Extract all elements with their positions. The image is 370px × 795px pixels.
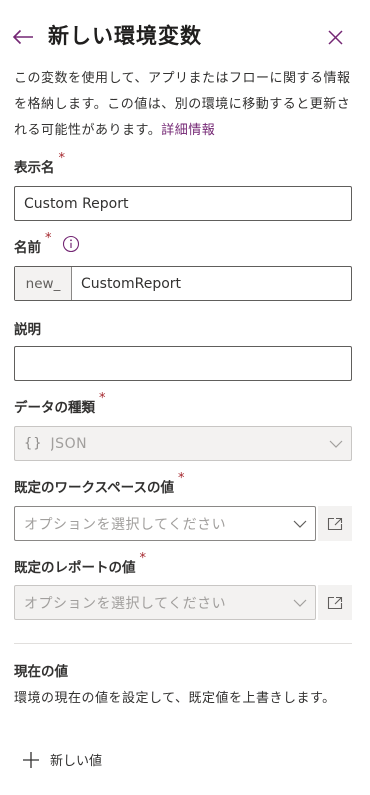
open-report-button[interactable] [318, 585, 352, 620]
open-in-new-icon [327, 517, 343, 530]
new-value-label: 新しい値 [50, 754, 103, 769]
default-report-dropdown: オプションを選択してください [14, 585, 316, 620]
description-label: 説明 [14, 322, 41, 338]
name-prefix: new_ [15, 267, 72, 300]
required-marker: * [58, 151, 66, 166]
info-icon[interactable] [62, 235, 80, 253]
close-button[interactable] [323, 25, 347, 49]
default-report-label: 既定のレポートの値 * [14, 551, 146, 576]
new-value-button[interactable]: 新しい値 [22, 750, 102, 769]
display-name-label: 表示名 * [14, 151, 65, 176]
close-icon [327, 29, 343, 45]
panel-description: この変数を使用して、アプリまたはフローに関する情報を格納します。この値は、別の環… [14, 66, 359, 144]
required-marker: * [139, 551, 147, 566]
open-in-new-icon [327, 596, 343, 609]
open-workspace-button[interactable] [318, 506, 352, 541]
back-button[interactable] [10, 24, 36, 50]
plus-icon [22, 751, 40, 769]
default-workspace-dropdown[interactable]: オプションを選択してください [14, 506, 316, 541]
data-type-label: データの種類 * [14, 391, 106, 416]
name-field: new_ CustomReport [14, 266, 352, 301]
panel-title: 新しい環境変数 [48, 24, 202, 48]
description-input[interactable] [14, 346, 352, 381]
display-name-input[interactable]: Custom Report [14, 186, 352, 221]
required-marker: * [177, 471, 185, 486]
back-arrow-icon [12, 29, 33, 45]
chevron-down-icon [285, 507, 315, 540]
data-type-dropdown: {} JSON [14, 426, 352, 461]
default-workspace-label: 既定のワークスペースの値 * [14, 471, 185, 496]
name-label: 名前 * [14, 231, 80, 256]
current-value-title: 現在の値 [14, 664, 68, 680]
panel-header: 新しい環境変数 [0, 0, 370, 72]
json-icon: {} [24, 436, 43, 451]
current-value-description: 環境の現在の値を設定して、既定値を上書きします。 [14, 691, 336, 706]
chevron-down-icon [321, 427, 351, 460]
required-marker: * [45, 231, 52, 246]
name-input[interactable]: CustomReport [72, 267, 351, 300]
required-marker: * [99, 391, 106, 406]
chevron-down-icon [285, 586, 315, 619]
learn-more-link[interactable]: 詳細情報 [161, 123, 215, 138]
section-divider [14, 643, 352, 644]
